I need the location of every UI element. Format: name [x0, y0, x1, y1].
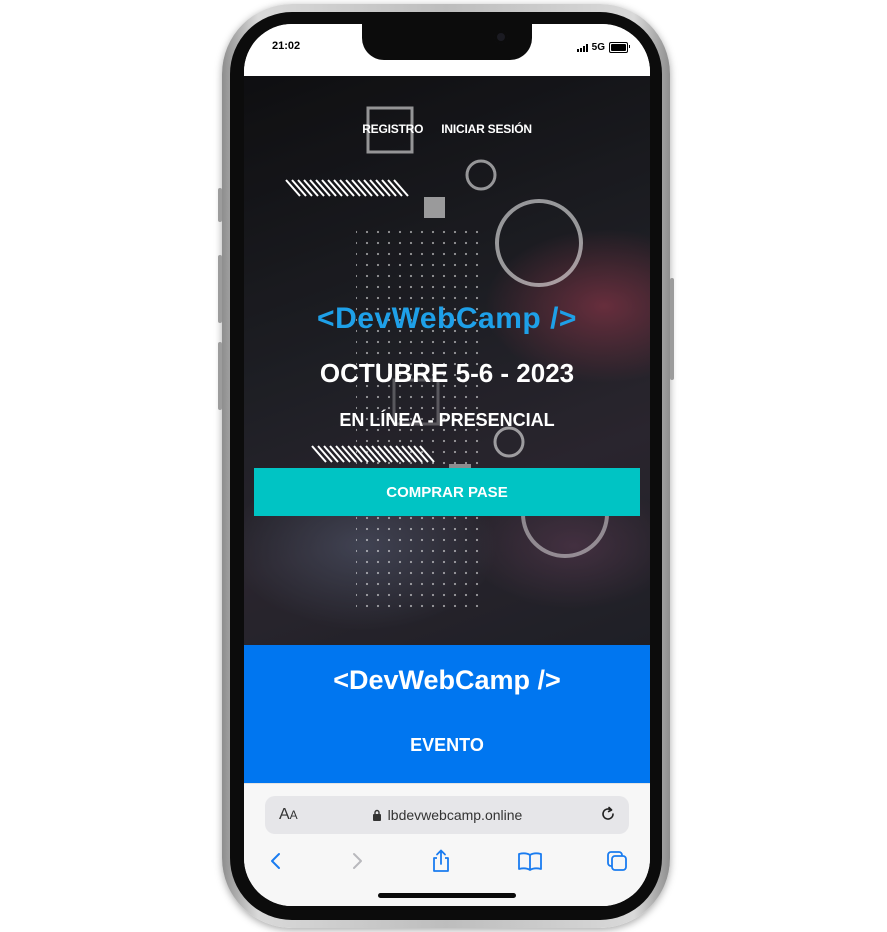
share-icon[interactable]: [426, 846, 456, 876]
hero-section: REGISTRO INICIAR SESIÓN <DevWebCamp /> O…: [244, 76, 650, 645]
url-text: lbdevwebcamp.online: [387, 807, 523, 823]
buy-pass-button[interactable]: COMPRAR PASE: [254, 468, 640, 516]
hero-logo: <DevWebCamp />: [317, 302, 577, 335]
event-section: <DevWebCamp /> EVENTO: [244, 645, 650, 783]
status-bar: 21:02 5G: [244, 24, 650, 76]
stripes-top: [285, 179, 409, 197]
url-display: lbdevwebcamp.online: [265, 807, 629, 823]
volume-down-button: [218, 342, 222, 410]
phone-screen: 21:02 5G REGISTRO INICIAR SESIÓN <DevWeb…: [244, 24, 650, 906]
reload-icon[interactable]: [599, 805, 617, 827]
silent-switch: [218, 188, 222, 222]
browser-toolbar: [244, 846, 650, 876]
status-time: 21:02: [272, 40, 301, 52]
event-date: OCTUBRE 5-6 - 2023: [319, 358, 575, 388]
forward-icon[interactable]: [342, 846, 372, 876]
power-button: [670, 278, 674, 380]
browser-bar: AA lbdevwebcamp.online: [244, 783, 650, 906]
home-indicator: [378, 893, 516, 898]
address-bar[interactable]: AA lbdevwebcamp.online: [265, 796, 629, 834]
battery-icon: [609, 42, 630, 53]
square-filled: [424, 197, 445, 218]
register-link[interactable]: REGISTRO: [362, 122, 423, 136]
circle-small-top: [465, 159, 497, 191]
signal-icon: [576, 43, 588, 52]
tabs-icon[interactable]: [602, 846, 632, 876]
lock-icon: [372, 809, 381, 821]
login-link[interactable]: INICIAR SESIÓN: [441, 122, 532, 136]
status-indicators: 5G: [576, 42, 630, 53]
section-logo: <DevWebCamp />: [333, 665, 561, 695]
volume-up-button: [218, 255, 222, 323]
hero-nav: REGISTRO INICIAR SESIÓN: [244, 122, 650, 136]
back-icon[interactable]: [261, 846, 291, 876]
circle-large: [495, 199, 583, 287]
front-camera: [494, 30, 508, 44]
bookmarks-icon[interactable]: [515, 846, 545, 876]
notch: [362, 24, 532, 60]
network-label: 5G: [591, 42, 605, 53]
circle-small-bottom: [493, 426, 525, 458]
event-format: EN LÍNEA - PRESENCIAL: [339, 410, 555, 430]
section-heading: EVENTO: [410, 735, 484, 755]
